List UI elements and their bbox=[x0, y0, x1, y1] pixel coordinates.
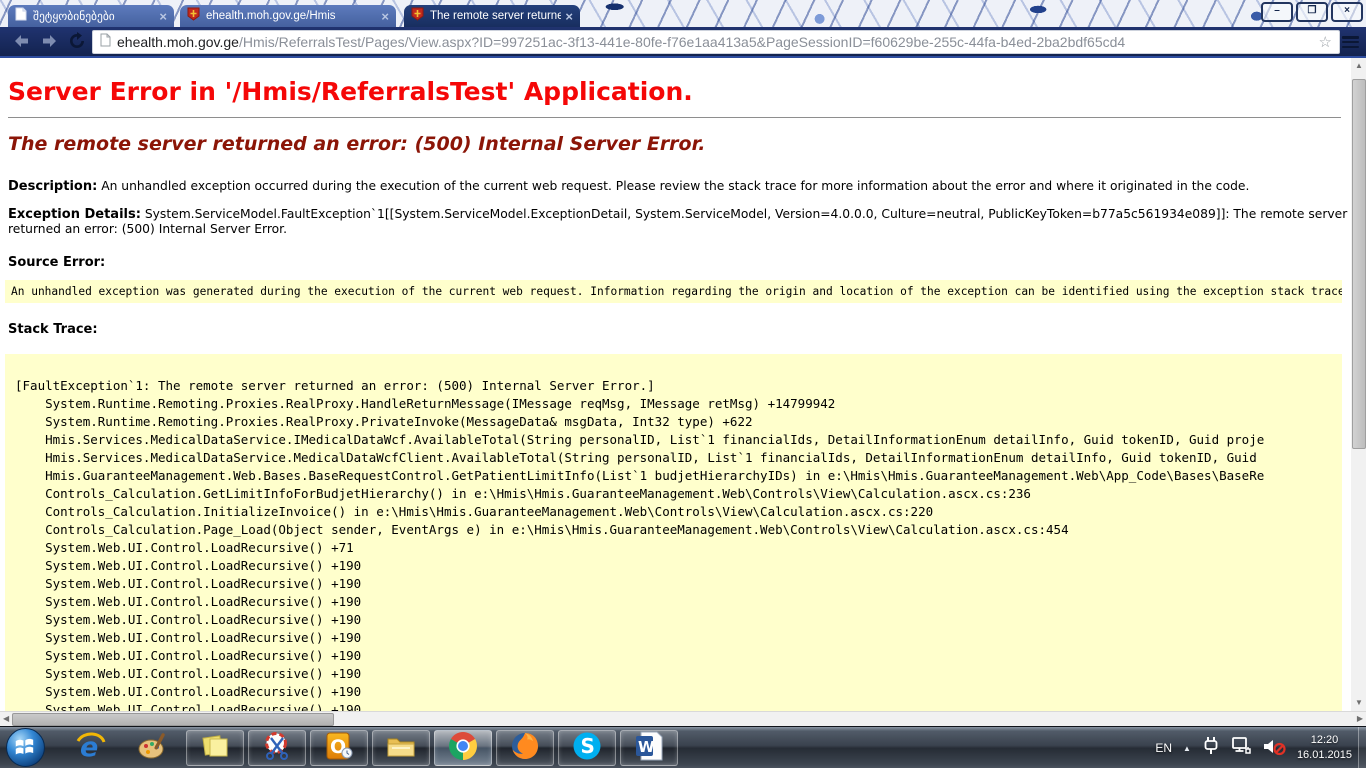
system-tray: EN ▲ 12:20 16.01.2015 bbox=[1155, 727, 1366, 768]
page-icon bbox=[100, 33, 111, 52]
tab-close-icon[interactable]: × bbox=[565, 10, 573, 23]
exception-label: Exception Details: bbox=[8, 207, 141, 222]
tab-title: ehealth.moh.gov.ge/Hmis bbox=[206, 10, 377, 22]
tab-close-icon[interactable]: × bbox=[159, 10, 167, 23]
error-page: Server Error in '/Hmis/ReferralsTest' Ap… bbox=[0, 58, 1351, 711]
georgia-crest-icon bbox=[411, 7, 424, 26]
source-error-box: An unhandled exception was generated dur… bbox=[5, 280, 1342, 303]
taskbar-firefox-button[interactable] bbox=[496, 730, 554, 766]
close-button[interactable]: × bbox=[1331, 2, 1363, 22]
horizontal-scrollbar[interactable]: ◀ ▶ bbox=[0, 711, 1366, 726]
url-domain: ehealth.moh.gov.ge bbox=[117, 34, 239, 50]
taskbar-chrome-button[interactable] bbox=[434, 730, 492, 766]
taskbar-sticky-notes-button[interactable] bbox=[186, 730, 244, 766]
tab-close-icon[interactable]: × bbox=[381, 10, 389, 23]
internet-explorer-icon: e bbox=[75, 730, 107, 767]
taskbar-paint-button[interactable] bbox=[124, 730, 182, 766]
taskbar: e O bbox=[0, 726, 1366, 768]
scroll-down-icon[interactable]: ▼ bbox=[1355, 699, 1363, 707]
scroll-up-icon[interactable]: ▲ bbox=[1355, 62, 1363, 70]
back-icon[interactable] bbox=[12, 32, 31, 55]
sticky-notes-icon bbox=[199, 730, 231, 767]
chrome-menu-icon[interactable] bbox=[1342, 36, 1359, 48]
error-subtitle: The remote server returned an error: (50… bbox=[8, 133, 1351, 155]
language-indicator[interactable]: EN bbox=[1155, 741, 1172, 755]
scroll-right-icon[interactable]: ▶ bbox=[1357, 715, 1363, 723]
horizontal-scrollbar-thumb[interactable] bbox=[12, 713, 334, 726]
outlook-icon: O bbox=[323, 730, 355, 767]
svg-text:W: W bbox=[638, 738, 655, 756]
skype-icon: S bbox=[571, 730, 603, 767]
folder-icon bbox=[385, 730, 417, 767]
network-icon[interactable] bbox=[1231, 736, 1251, 761]
tray-time: 12:20 bbox=[1297, 733, 1352, 748]
url-text[interactable]: ehealth.moh.gov.ge/Hmis/ReferralsTest/Pa… bbox=[117, 34, 1313, 50]
svg-text:S: S bbox=[581, 734, 595, 758]
stack-trace-text: [FaultException`1: The remote server ret… bbox=[15, 377, 1342, 711]
description-text: An unhandled exception occurred during t… bbox=[97, 179, 1249, 193]
description-line: Description: An unhandled exception occu… bbox=[8, 179, 1351, 194]
exception-line: Exception Details: System.ServiceModel.F… bbox=[8, 207, 1351, 236]
taskbar-word-button[interactable]: W bbox=[620, 730, 678, 766]
taskbar-internet-explorer-button[interactable]: e bbox=[62, 730, 120, 766]
taskbar-snipping-tool-button[interactable] bbox=[248, 730, 306, 766]
page-title: Server Error in '/Hmis/ReferralsTest' Ap… bbox=[8, 77, 1351, 106]
bookmark-star-icon[interactable]: ☆ bbox=[1319, 33, 1332, 51]
volume-muted-icon[interactable] bbox=[1262, 736, 1286, 761]
paint-palette-icon bbox=[137, 730, 169, 767]
tab-ehealth[interactable]: ehealth.moh.gov.ge/Hmis × bbox=[180, 5, 396, 27]
screen: – ❐ × შეტყობინებები × ehealth.moh.gov.ge… bbox=[0, 0, 1366, 768]
description-label: Description: bbox=[8, 179, 97, 194]
scroll-left-icon[interactable]: ◀ bbox=[3, 715, 9, 723]
url-path: /Hmis/ReferralsTest/Pages/View.aspx?ID=9… bbox=[239, 34, 1125, 50]
vertical-scrollbar[interactable]: ▲ ▼ bbox=[1351, 58, 1366, 711]
chrome-icon bbox=[447, 730, 479, 767]
tab-title: შეტყობინებები bbox=[33, 9, 155, 23]
reload-icon[interactable] bbox=[68, 32, 86, 55]
taskbar-skype-button[interactable]: S bbox=[558, 730, 616, 766]
minimize-button[interactable]: – bbox=[1261, 2, 1293, 22]
tab-error-active[interactable]: The remote server returne × bbox=[404, 5, 580, 27]
firefox-icon bbox=[509, 730, 541, 767]
power-plug-icon[interactable] bbox=[1202, 736, 1220, 761]
tray-expand-icon[interactable]: ▲ bbox=[1183, 744, 1191, 753]
source-error-label: Source Error: bbox=[8, 255, 1351, 270]
start-button[interactable] bbox=[5, 727, 46, 768]
url-bar[interactable]: ehealth.moh.gov.ge/Hmis/ReferralsTest/Pa… bbox=[92, 30, 1340, 54]
stack-trace-box: [FaultException`1: The remote server ret… bbox=[5, 354, 1342, 711]
show-desktop-button[interactable] bbox=[1358, 727, 1366, 768]
exception-text: System.ServiceModel.FaultException`1[[Sy… bbox=[8, 207, 1347, 236]
taskbar-outlook-button[interactable]: O bbox=[310, 730, 368, 766]
browser-toolbar: ehealth.moh.gov.ge/Hmis/ReferralsTest/Pa… bbox=[0, 27, 1366, 58]
tray-date: 16.01.2015 bbox=[1297, 748, 1352, 763]
taskbar-windows-explorer-button[interactable] bbox=[372, 730, 430, 766]
restore-button[interactable]: ❐ bbox=[1296, 2, 1328, 22]
window-controls: – ❐ × bbox=[1261, 2, 1363, 22]
browser-titlebar-theme-art: – ❐ × შეტყობინებები × ehealth.moh.gov.ge… bbox=[0, 0, 1366, 27]
tab-notifications[interactable]: შეტყობინებები × bbox=[8, 5, 174, 27]
word-icon: W bbox=[633, 730, 665, 767]
vertical-scrollbar-thumb[interactable] bbox=[1352, 79, 1366, 449]
stack-trace-label: Stack Trace: bbox=[8, 322, 1351, 337]
snipping-tool-icon bbox=[261, 730, 293, 767]
tab-title: The remote server returne bbox=[430, 10, 561, 22]
georgia-crest-icon bbox=[187, 7, 200, 26]
forward-icon[interactable] bbox=[40, 32, 59, 55]
divider bbox=[8, 117, 1341, 118]
taskbar-clock[interactable]: 12:20 16.01.2015 bbox=[1297, 733, 1352, 763]
document-icon bbox=[15, 7, 27, 26]
